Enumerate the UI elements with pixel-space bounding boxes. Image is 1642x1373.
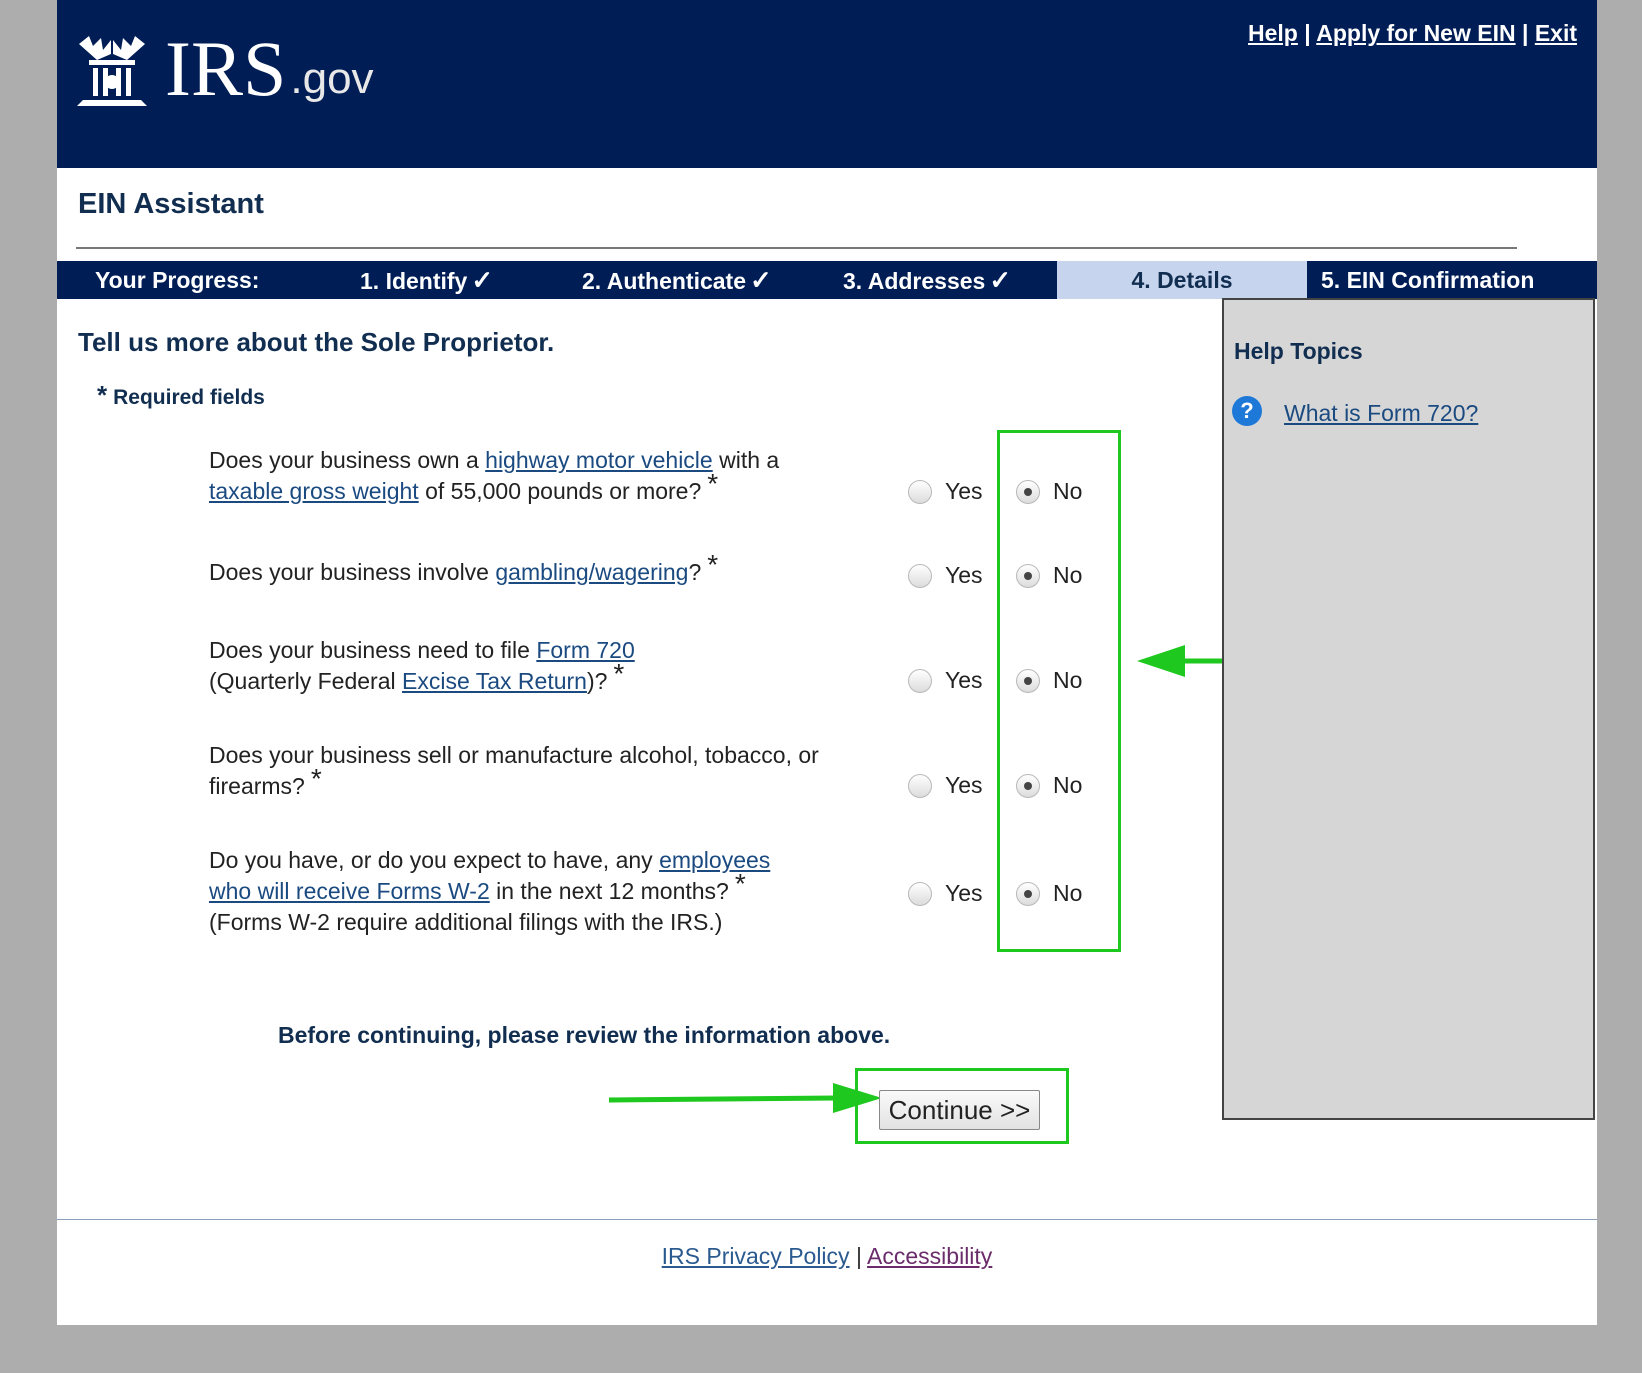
yes-label: Yes [945,478,983,504]
logo-irs-text: IRS [165,25,287,112]
q5-yes-radio[interactable] [908,881,932,906]
taxable-gross-weight-link[interactable]: taxable gross weight [209,478,419,504]
review-notice: Before continuing, please review the inf… [278,1022,891,1048]
progress-step-identify: 1. Identify ✓ [360,261,493,299]
site-header: IRS .gov Help | Apply for New EIN | Exit [57,0,1597,168]
progress-step-details: 4. Details [1057,261,1307,299]
yes-label: Yes [945,880,983,906]
question-text: in the next 12 months? [489,878,729,904]
progress-step-ein-confirmation: 5. EIN Confirmation [1321,261,1534,299]
logo-gov-text: .gov [290,54,374,103]
progress-bar: Your Progress: 1. Identify ✓ 2. Authentic… [57,261,1597,299]
required-asterisk: * [734,868,746,899]
annotation-arrow-right-icon [608,1083,882,1113]
progress-label: Your Progress: [95,267,260,293]
page-heading: Tell us more about the Sole Proprietor. [78,327,555,357]
irs-eagle-emblem-icon [77,36,147,106]
q3-yes-option[interactable]: Yes [908,667,983,694]
question-alcohol-tobacco-firearms: Does your business sell or manufacture a… [209,740,819,802]
question-mark-icon[interactable]: ? [1232,396,1262,426]
annotation-highlight-no-answers [997,430,1121,952]
q4-yes-radio[interactable] [908,773,932,798]
yes-label: Yes [945,562,983,588]
footer: IRS Privacy Policy | Accessibility [57,1243,1597,1270]
help-topics-sidebar: Help Topics ? What is Form 720? [1222,298,1595,1120]
q5-yes-option[interactable]: Yes [908,880,983,907]
privacy-policy-link[interactable]: IRS Privacy Policy [662,1243,850,1269]
required-fields-label: Required fields [113,386,265,409]
question-text: ? [688,559,702,585]
progress-step-addresses: 3. Addresses ✓ [843,261,1011,299]
title-divider [76,247,1517,249]
step-label: 2. Authenticate [582,268,747,294]
required-asterisk: * [310,763,322,794]
help-link[interactable]: Help [1248,20,1298,46]
yes-label: Yes [945,772,983,798]
question-highway-vehicle: Does your business own a highway motor v… [209,445,779,507]
page: IRS .gov Help | Apply for New EIN | Exit… [57,0,1597,1325]
question-text: Do you have, or do you expect to have, a… [209,847,660,873]
q2-yes-radio[interactable] [908,563,932,588]
q1-yes-radio[interactable] [908,479,932,504]
q2-yes-option[interactable]: Yes [908,562,983,589]
link-separator: | [1521,20,1529,46]
q4-yes-option[interactable]: Yes [908,772,983,799]
question-text: of 55,000 pounds or more? [418,478,702,504]
question-text: Does your business need to file [209,637,537,663]
checkmark-icon: ✓ [471,265,494,295]
irs-logo[interactable]: IRS .gov [71,30,374,108]
question-text: firearms? [209,773,305,799]
required-asterisk: * [613,658,625,689]
question-form-720: Does your business need to file Form 720… [209,635,635,697]
question-gambling: Does your business involve gambling/wage… [209,549,718,588]
footer-separator: | [855,1243,862,1269]
footer-divider [57,1219,1597,1220]
question-note: (Forms W-2 require additional filings wi… [209,909,723,935]
q3-yes-radio[interactable] [908,668,932,693]
employees-link[interactable]: employees [659,847,770,873]
progress-step-authenticate: 2. Authenticate ✓ [582,261,772,299]
q1-yes-option[interactable]: Yes [908,478,983,505]
question-text: Does your business involve [209,559,496,585]
continue-button[interactable]: Continue >> [879,1090,1040,1130]
exit-link[interactable]: Exit [1535,20,1577,46]
apply-new-ein-link[interactable]: Apply for New EIN [1316,20,1515,46]
checkmark-icon: ✓ [750,265,772,295]
step-label: 3. Addresses [843,268,986,294]
yes-label: Yes [945,667,983,693]
what-is-form-720-link[interactable]: What is Form 720? [1284,400,1478,427]
required-asterisk: * [97,380,108,410]
question-text: Does your business own a [209,447,486,473]
forms-w2-link[interactable]: who will receive Forms W-2 [209,878,490,904]
checkmark-icon: ✓ [989,265,1012,295]
question-text: with a [712,447,780,473]
required-fields-note: * Required fields [97,380,265,417]
accessibility-link[interactable]: Accessibility [867,1243,992,1269]
app-title: EIN Assistant [78,188,264,220]
required-asterisk: * [707,549,719,580]
step-label: 5. EIN Confirmation [1321,267,1535,293]
link-separator: | [1304,20,1311,46]
help-topics-title: Help Topics [1234,338,1363,364]
question-text: )? [586,668,608,694]
question-text: Does your business sell or manufacture a… [209,742,819,768]
gambling-wagering-link[interactable]: gambling/wagering [495,559,688,585]
question-text: (Quarterly Federal [209,668,403,694]
question-employees: Do you have, or do you expect to have, a… [209,845,770,938]
step-label: 4. Details [1131,267,1233,293]
highway-motor-vehicle-link[interactable]: highway motor vehicle [485,447,713,473]
step-label: 1. Identify [360,268,468,294]
excise-tax-return-link[interactable]: Excise Tax Return [402,668,587,694]
required-asterisk: * [707,468,719,499]
header-links: Help | Apply for New EIN | Exit [1248,20,1577,47]
